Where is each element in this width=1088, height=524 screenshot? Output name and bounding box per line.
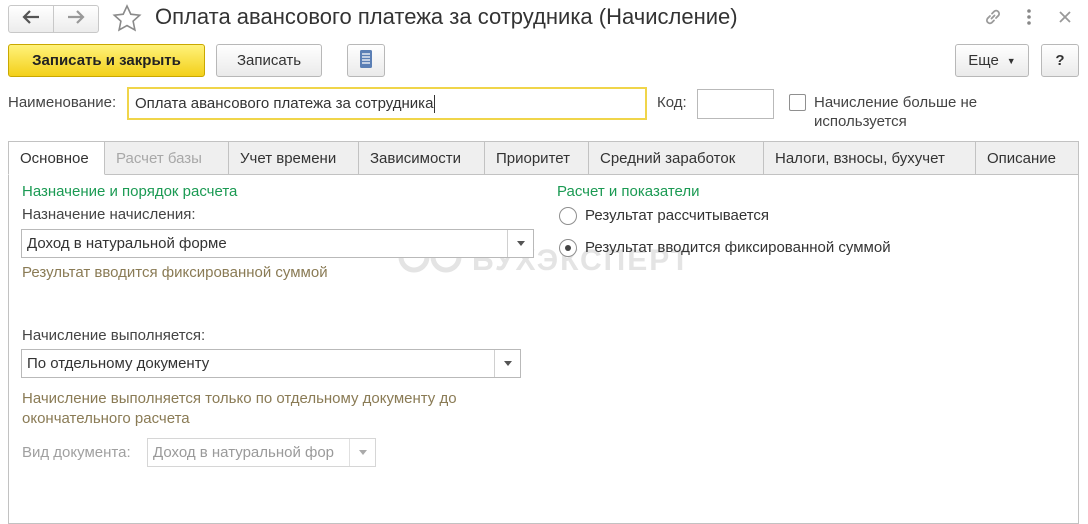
unused-label-line1: Начисление больше не [814,94,978,111]
caret-down-icon [503,361,512,366]
execution-hint-line2: окончательного расчета [22,410,190,427]
doc-type-select-value: Доход в натуральной фор [153,444,335,461]
execution-hint: Начисление выполняется только по отдельн… [22,389,457,429]
purpose-hint: Результат вводится фиксированной суммой [22,264,328,281]
save-and-close-button[interactable]: Записать и закрыть [8,44,205,77]
purpose-select-value: Доход в натуральной форме [27,235,227,252]
name-input[interactable]: Оплата авансового платежа за сотрудника [127,87,647,120]
radio-fixed-label: Результат вводится фиксированной суммой [585,239,891,256]
tab-description[interactable]: Описание [976,141,1079,175]
execution-label: Начисление выполняется: [22,327,206,344]
unused-label-line2: используется [814,113,907,130]
purpose-dropdown-button[interactable] [507,230,533,257]
arrow-right-icon [67,10,85,28]
doc-type-label: Вид документа: [22,444,131,461]
tab-priority[interactable]: Приоритет [485,141,589,175]
more-vertical-icon [1026,8,1032,30]
execution-hint-line1: Начисление выполняется только по отдельн… [22,390,457,407]
caret-down-icon: ▼ [1006,55,1016,66]
list-icon [359,49,373,73]
tab-dependencies[interactable]: Зависимости [359,141,485,175]
list-button[interactable] [347,44,385,77]
execution-select[interactable]: По отдельному документу [21,349,521,378]
favorite-button[interactable] [112,4,142,38]
close-icon [1058,10,1072,28]
link-button[interactable] [980,6,1006,32]
code-label: Код: [657,94,687,111]
tab-taxes-accounting[interactable]: Налоги, взносы, бухучет [764,141,976,175]
arrow-left-icon [22,10,40,28]
radio-fixed[interactable] [559,239,577,257]
more-button[interactable]: Еще ▼ [955,44,1029,77]
purpose-section-title: Назначение и порядок расчета [22,183,238,200]
tab-main[interactable]: Основное [8,141,105,175]
code-input[interactable] [697,89,774,119]
tab-bar: Основное Расчет базы Учет времени Зависи… [8,141,1079,175]
back-button[interactable] [8,5,54,33]
more-actions-button[interactable] [1016,6,1042,32]
radio-calculated-label: Результат рассчитывается [585,207,770,224]
help-button[interactable]: ? [1041,44,1079,77]
close-button[interactable] [1052,6,1078,32]
caret-down-icon [516,241,525,246]
unused-label: Начисление больше не используется [814,93,977,131]
tab-average-earnings[interactable]: Средний заработок [589,141,764,175]
link-icon [983,7,1003,31]
forward-button[interactable] [53,5,99,33]
doc-type-dropdown-button [349,439,375,466]
radio-calculated[interactable] [559,207,577,225]
caret-down-icon [358,450,367,455]
name-input-value: Оплата авансового платежа за сотрудника [135,95,434,112]
unused-checkbox[interactable] [789,94,806,111]
tab-base-calculation[interactable]: Расчет базы [105,141,229,175]
window-title: Оплата авансового платежа за сотрудника … [155,4,738,29]
star-icon [112,4,142,38]
save-button[interactable]: Записать [216,44,322,77]
tab-time-accounting[interactable]: Учет времени [229,141,359,175]
execution-dropdown-button[interactable] [494,350,520,377]
execution-select-value: По отдельному документу [27,355,210,372]
more-label: Еще [968,52,999,69]
doc-type-select: Доход в натуральной фор [147,438,376,467]
calc-section-title: Расчет и показатели [557,183,700,200]
purpose-label: Назначение начисления: [22,206,196,223]
name-label: Наименование: [8,94,117,111]
purpose-select[interactable]: Доход в натуральной форме [21,229,534,258]
text-cursor [434,94,436,113]
